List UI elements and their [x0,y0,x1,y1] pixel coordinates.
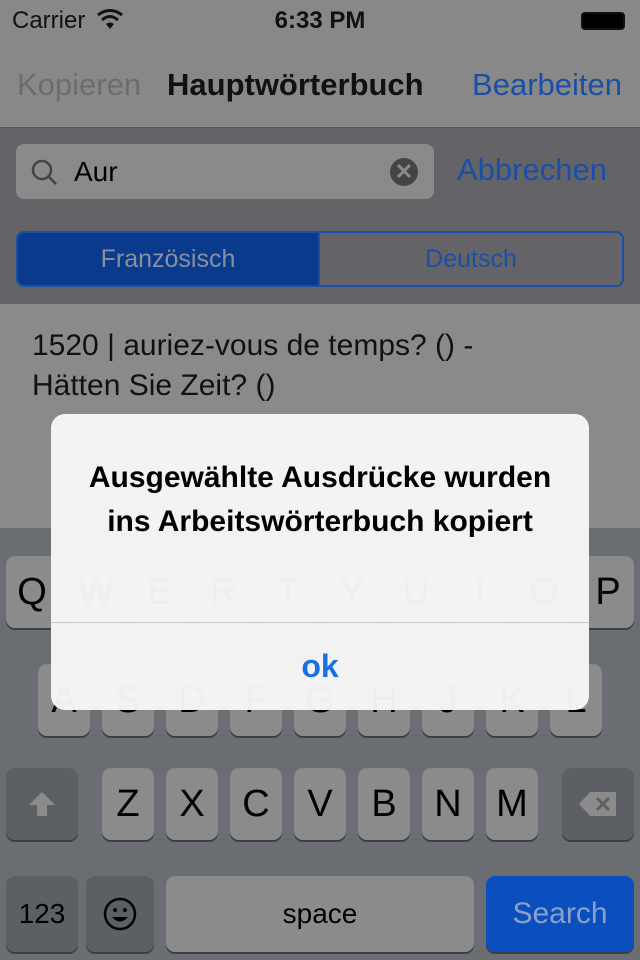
alert-message: Ausgewählte Ausdrücke wurden ins Arbeits… [88,461,552,538]
search-value: Aur [74,156,118,187]
emoji-icon [103,897,137,931]
ok-button[interactable]: ok [51,623,589,710]
shift-key[interactable] [6,768,78,840]
key-b[interactable]: B [358,768,410,840]
numbers-key[interactable]: 123 [6,876,78,952]
search-key[interactable]: Search [486,876,634,952]
key-p[interactable]: P [582,556,634,628]
key-v[interactable]: V [294,768,346,840]
backspace-key[interactable] [562,768,634,840]
segment-french[interactable]: Französisch [18,233,320,285]
list-item[interactable]: 1520 | auriez-vous de temps? () - Hätten… [32,326,640,406]
list-item-line2: Hätten Sie Zeit? () [32,369,276,402]
space-key[interactable]: space [166,876,474,952]
edit-button[interactable]: Bearbeiten [472,67,622,103]
page-title: Hauptwörterbuch [167,67,424,102]
search-area: Aur ✕ Abbrechen Französisch Deutsch [0,128,640,304]
cancel-button[interactable]: Abbrechen [457,152,607,188]
backspace-icon [579,792,616,816]
segment-german[interactable]: Deutsch [320,233,622,285]
key-m[interactable]: M [486,768,538,840]
search-input[interactable]: Aur ✕ [16,144,434,199]
navigation-bar: Kopieren Hauptwörterbuch Bearbeiten [0,40,640,128]
key-c[interactable]: C [230,768,282,840]
time-label: 6:33 PM [274,7,366,34]
search-icon [31,159,57,185]
key-z[interactable]: Z [102,768,154,840]
battery-icon [581,12,625,30]
emoji-key[interactable] [86,876,154,952]
copy-button[interactable]: Kopieren [17,67,141,103]
key-n[interactable]: N [422,768,474,840]
status-bar: Carrier 6:33 PM [0,0,640,40]
list-item-line1: 1520 | auriez-vous de temps? () - [32,329,474,362]
clear-icon[interactable]: ✕ [390,158,418,186]
alert-dialog: Ausgewählte Ausdrücke wurden ins Arbeits… [51,414,589,710]
key-x[interactable]: X [166,768,218,840]
shift-icon [29,792,55,816]
language-segmented-control: Französisch Deutsch [16,231,624,287]
